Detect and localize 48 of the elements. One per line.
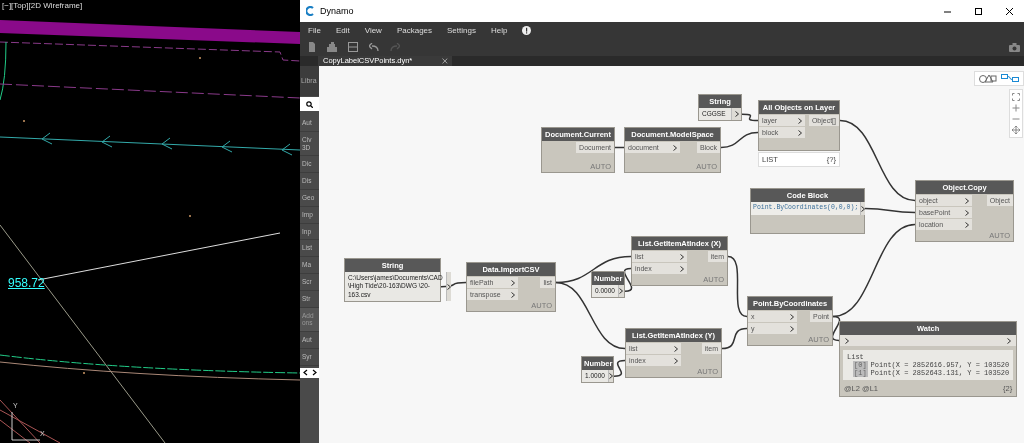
wire — [614, 146, 625, 149]
chevron-icon — [845, 337, 849, 344]
menu-item[interactable]: Settings — [447, 25, 476, 35]
wire — [864, 207, 916, 214]
zoom-in-icon[interactable] — [1012, 104, 1020, 112]
undo-icon[interactable] — [369, 43, 379, 51]
new-file-icon[interactable] — [308, 42, 316, 52]
output-port[interactable] — [617, 285, 624, 298]
maximize-icon[interactable] — [974, 6, 983, 16]
chevron-icon — [861, 205, 866, 212]
menu-item[interactable]: View — [364, 25, 382, 35]
graph-view-icon[interactable] — [1001, 74, 1019, 83]
search-icon — [306, 100, 313, 108]
chevron-icon — [619, 288, 624, 295]
menu-item[interactable]: File — [308, 25, 321, 35]
output-port[interactable] — [607, 370, 613, 383]
output-port[interactable] — [731, 108, 741, 121]
wire — [741, 113, 759, 122]
menu-item[interactable]: Edit — [335, 25, 350, 35]
wire — [721, 327, 748, 350]
chevron-icon — [673, 144, 678, 151]
search-field[interactable] — [300, 97, 319, 111]
input-port[interactable] — [842, 335, 852, 346]
alert-icon[interactable] — [522, 25, 532, 35]
geometry-view-icon[interactable] — [979, 74, 997, 83]
chevron-icon — [608, 373, 613, 380]
pan-icon[interactable] — [1012, 126, 1020, 134]
chevron-icon — [734, 111, 739, 118]
dynamo-logo-icon — [306, 6, 315, 16]
zoom-to-fit-icon[interactable] — [1012, 93, 1020, 101]
chevron-icon — [446, 283, 451, 290]
output-port[interactable] — [860, 202, 866, 215]
chevron-icon — [1007, 337, 1012, 344]
collapse-expand-icon[interactable] — [302, 369, 317, 377]
window-title: Dynamo — [320, 6, 355, 16]
wire — [440, 281, 467, 288]
wire — [720, 131, 759, 149]
dimension-text: 958.72 — [8, 276, 45, 290]
menu-item[interactable]: Help — [490, 25, 508, 35]
viewport-label[interactable]: [−][Top][2D Wireframe] — [2, 1, 83, 10]
menu-item[interactable]: Packages — [396, 25, 433, 35]
open-icon[interactable] — [327, 42, 337, 52]
output-port[interactable] — [445, 272, 451, 302]
close-icon[interactable] — [1005, 6, 1014, 16]
wire — [727, 255, 748, 318]
camera-icon[interactable] — [1009, 42, 1020, 52]
save-icon[interactable] — [348, 42, 358, 52]
wire — [613, 359, 626, 377]
